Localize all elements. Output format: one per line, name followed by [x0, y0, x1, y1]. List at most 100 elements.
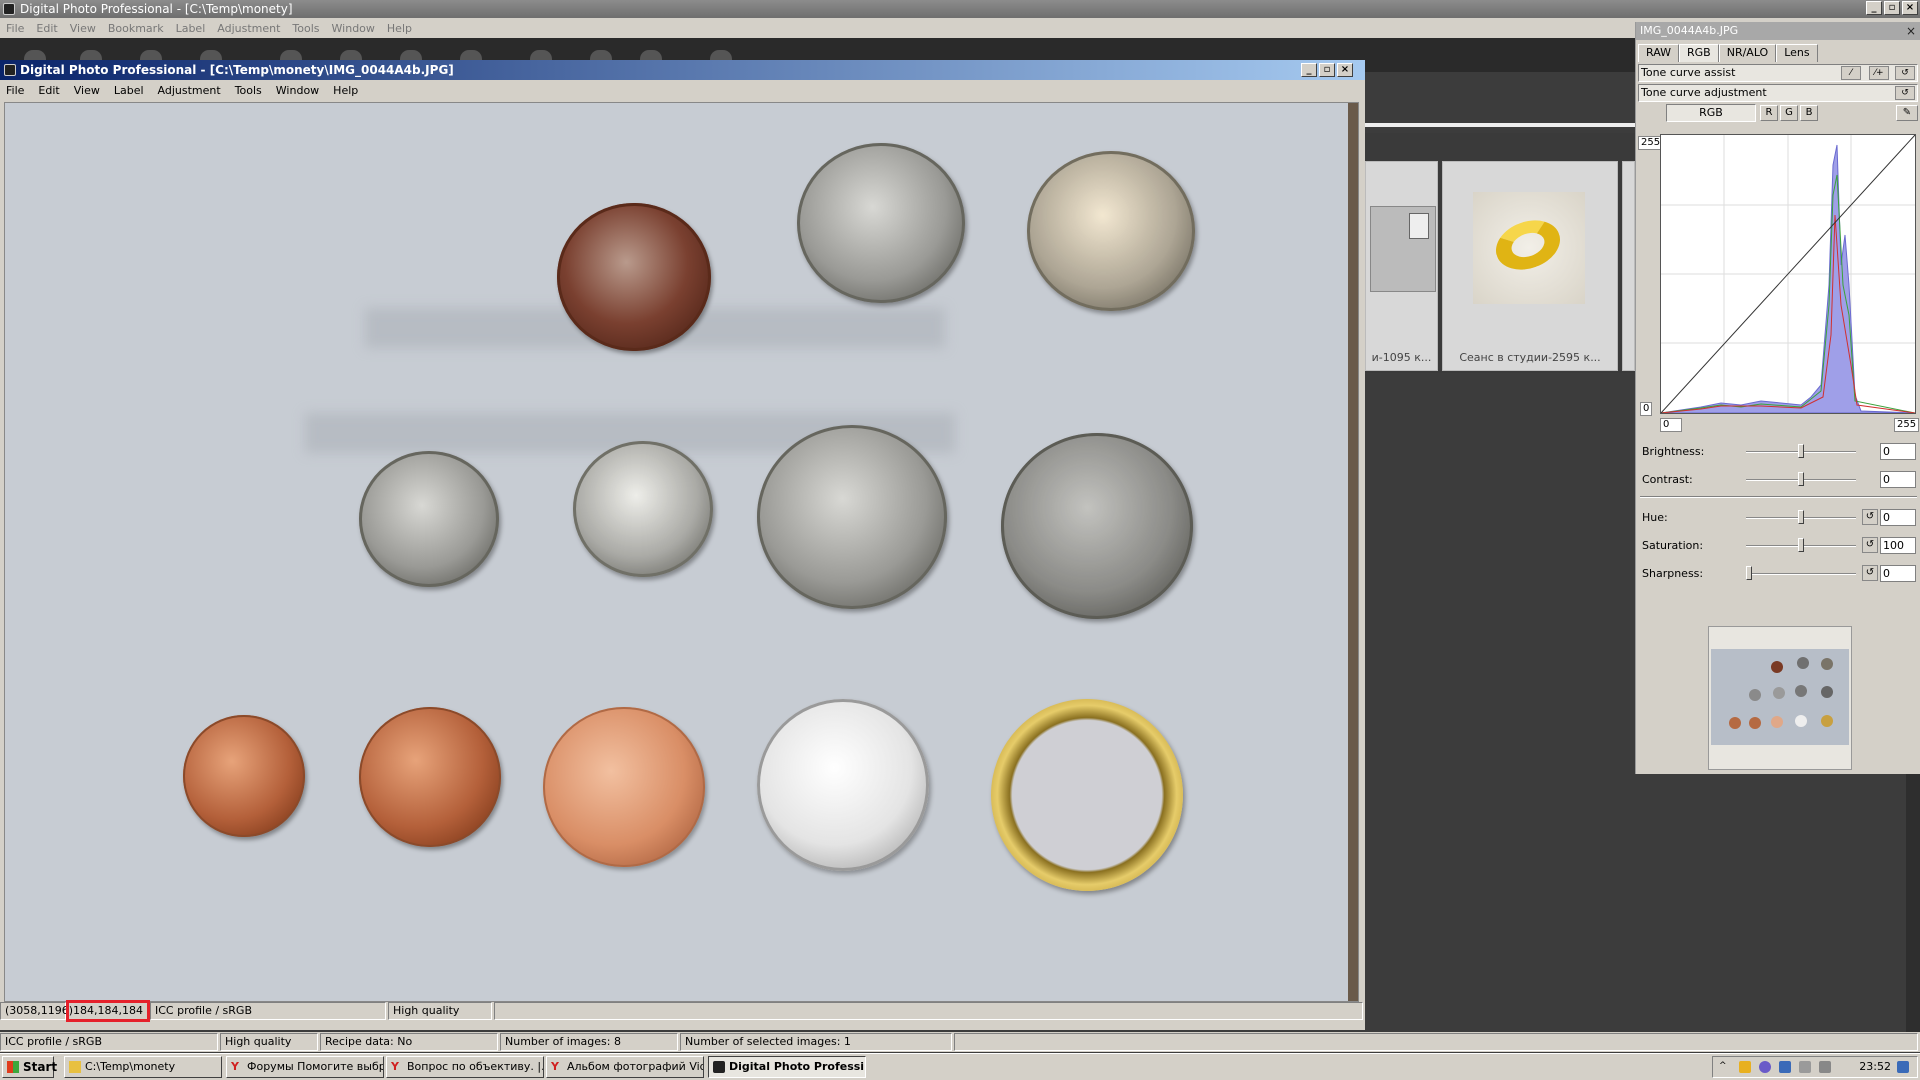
reset-icon[interactable]: ↺ [1862, 537, 1878, 553]
chevron-up-icon[interactable]: ^ [1719, 1061, 1731, 1073]
coin-dime [573, 441, 713, 577]
brightness-value-field[interactable]: 0 [1880, 443, 1916, 460]
show-desktop-icon[interactable] [1897, 1061, 1909, 1073]
task-explorer[interactable]: C:\Temp\monety [64, 1056, 222, 1078]
menu-edit[interactable]: Edit [36, 22, 57, 35]
maximize-icon[interactable]: ▫ [1319, 63, 1335, 77]
menu-view[interactable]: View [70, 22, 96, 35]
recipe-status: Recipe data: No [320, 1033, 498, 1051]
tray-volume-icon[interactable] [1799, 1061, 1811, 1073]
divider [1365, 123, 1635, 127]
hue-value-field[interactable]: 0 [1880, 509, 1916, 526]
saturation-slider-knob[interactable] [1798, 538, 1804, 552]
tab-lens[interactable]: Lens [1776, 44, 1818, 62]
menu-view[interactable]: View [74, 84, 100, 97]
divider [1640, 496, 1917, 498]
menu-help[interactable]: Help [387, 22, 412, 35]
channel-g-button[interactable]: G [1780, 105, 1798, 121]
reset-icon[interactable]: ↺ [1862, 565, 1878, 581]
channel-rgb[interactable]: RGB [1666, 104, 1756, 122]
contrast-slider-knob[interactable] [1798, 472, 1804, 486]
task-browser[interactable]: Y Альбом фотографий Vid... [546, 1056, 704, 1078]
yandex-icon: Y [391, 1060, 399, 1073]
menu-file[interactable]: File [6, 22, 24, 35]
menu-help[interactable]: Help [333, 84, 358, 97]
tone-curve-adjustment-label: Tone curve adjustment [1641, 86, 1767, 99]
right-scrollbar[interactable] [1906, 774, 1920, 1032]
task-browser[interactable]: Y Форумы Помогите выбр... [226, 1056, 384, 1078]
task-browser[interactable]: Y Вопрос по объективу. |... [386, 1056, 544, 1078]
brightness-slider-knob[interactable] [1798, 444, 1804, 458]
menu-adjustment[interactable]: Adjustment [158, 84, 221, 97]
start-label: Start [23, 1060, 58, 1074]
auto-curve-icon[interactable]: ⁄ [1841, 66, 1861, 80]
input-max-field[interactable]: 255 [1894, 418, 1920, 432]
custom-curve-icon[interactable]: ⁄+ [1869, 66, 1889, 80]
coin-silver [757, 699, 929, 871]
menu-file[interactable]: File [6, 84, 24, 97]
image-window-statusbar: (3058,1196) 184,184,184 ICC profile / sR… [0, 1000, 1365, 1022]
menu-tools[interactable]: Tools [235, 84, 262, 97]
menu-label[interactable]: Label [114, 84, 144, 97]
sharpness-value-field[interactable]: 0 [1880, 565, 1916, 582]
reset-icon[interactable]: ↺ [1862, 509, 1878, 525]
viewer-scrollbar[interactable] [1348, 103, 1358, 1001]
sharpness-slider-track[interactable] [1746, 573, 1856, 575]
tone-curve-assist-label: Tone curve assist [1641, 66, 1736, 79]
render-quality: High quality [220, 1033, 318, 1051]
thumb-coin [1773, 687, 1785, 699]
tray-skype-icon[interactable] [1759, 1061, 1771, 1073]
hue-slider-knob[interactable] [1798, 510, 1804, 524]
thumbnail-card[interactable]: и-1095 к... [1365, 161, 1438, 371]
coin-quarter [757, 425, 947, 609]
eyedropper-icon[interactable]: ✎ [1896, 105, 1918, 121]
thumb-coin [1771, 716, 1783, 728]
minimize-icon[interactable]: _ [1301, 63, 1317, 77]
close-icon[interactable]: × [1906, 22, 1916, 40]
gold-ring-image [1489, 211, 1567, 279]
sharpness-label: Sharpness: [1642, 567, 1704, 580]
tray-radiation-icon[interactable] [1739, 1061, 1751, 1073]
tab-rgb[interactable]: RGB [1679, 44, 1719, 62]
channel-b-button[interactable]: B [1800, 105, 1818, 121]
menu-window[interactable]: Window [276, 84, 319, 97]
task-dpp[interactable]: Digital Photo Professi... [708, 1056, 866, 1078]
reset-icon[interactable]: ↺ [1895, 86, 1915, 100]
thumb-coin [1821, 658, 1833, 670]
channel-r-button[interactable]: R [1760, 105, 1778, 121]
tab-nr-alo[interactable]: NR/ALO [1718, 44, 1777, 62]
minimize-icon[interactable]: _ [1866, 1, 1882, 15]
thumbnail-image [1473, 192, 1585, 304]
maximize-icon[interactable]: ▫ [1884, 1, 1900, 15]
menu-window[interactable]: Window [332, 22, 375, 35]
contrast-value-field[interactable]: 0 [1880, 471, 1916, 488]
tray-display-icon[interactable] [1819, 1061, 1831, 1073]
menu-tools[interactable]: Tools [292, 22, 319, 35]
thumbnail-card[interactable]: Сеанс в студии-2595 к... [1442, 161, 1618, 371]
palette-tabs: RAW RGB NR/ALO Lens [1636, 44, 1920, 62]
image-window-title: Digital Photo Professional - [C:\Temp\mo… [20, 63, 454, 77]
thumb-coin [1821, 715, 1833, 727]
image-viewer[interactable] [4, 102, 1359, 1002]
pixel-rgb-value: 184,184,184 [66, 1000, 150, 1022]
thumbnail-card[interactable] [1622, 161, 1635, 371]
tray-network-icon[interactable] [1779, 1061, 1791, 1073]
start-button[interactable]: Start [2, 1056, 58, 1078]
menu-label[interactable]: Label [176, 22, 206, 35]
tone-curve-histogram[interactable] [1660, 134, 1916, 414]
tab-raw[interactable]: RAW [1638, 44, 1679, 62]
close-icon[interactable]: × [1902, 1, 1918, 15]
menu-bookmark[interactable]: Bookmark [108, 22, 164, 35]
thumb-coin [1729, 717, 1741, 729]
navigator-thumbnail[interactable] [1708, 626, 1852, 770]
menu-edit[interactable]: Edit [38, 84, 59, 97]
windows-logo-icon [7, 1061, 19, 1073]
input-min-field[interactable]: 0 [1660, 418, 1682, 432]
close-icon[interactable]: × [1337, 63, 1353, 77]
thumb-coin [1821, 686, 1833, 698]
menu-adjustment[interactable]: Adjustment [217, 22, 280, 35]
render-quality: High quality [388, 1002, 492, 1020]
saturation-value-field[interactable]: 100 [1880, 537, 1916, 554]
reset-icon[interactable]: ↺ [1895, 66, 1915, 80]
sharpness-slider-knob[interactable] [1746, 566, 1752, 580]
